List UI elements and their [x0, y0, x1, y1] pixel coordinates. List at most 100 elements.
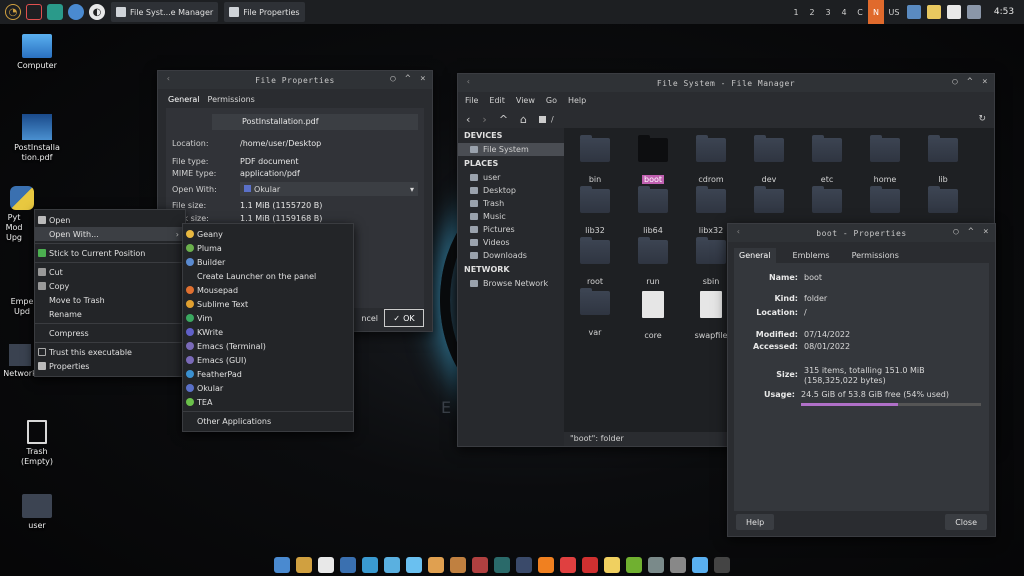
- dock-text-editor-icon[interactable]: [582, 557, 598, 573]
- dock-linux-icon[interactable]: [604, 557, 620, 573]
- maximize-icon[interactable]: ^: [967, 77, 973, 87]
- file-item-dev[interactable]: dev: [744, 135, 794, 184]
- menu-edit[interactable]: Edit: [489, 96, 505, 105]
- open-with-select[interactable]: Okular ▾: [240, 182, 418, 196]
- file-item-cdrom[interactable]: cdrom: [686, 135, 736, 184]
- open-with-item-builder[interactable]: Builder: [183, 255, 353, 269]
- menu-item-copy[interactable]: Copy: [35, 279, 185, 293]
- dock-terminal-icon[interactable]: [494, 557, 510, 573]
- menu-item-move-to-trash[interactable]: Move to Trash: [35, 293, 185, 307]
- file-item-root[interactable]: root: [570, 237, 620, 286]
- tab-general[interactable]: General: [734, 248, 776, 263]
- path-bar[interactable]: /: [539, 115, 554, 124]
- maximize-icon[interactable]: ^: [405, 74, 411, 84]
- menu-help[interactable]: Help: [568, 96, 586, 105]
- menu-item-trust[interactable]: Trust this executable: [35, 345, 185, 359]
- sidebar-item-downloads[interactable]: Downloads: [458, 249, 564, 262]
- open-with-item-emacs-gui[interactable]: Emacs (GUI): [183, 353, 353, 367]
- close-icon[interactable]: ×: [983, 227, 989, 237]
- clipboard-icon[interactable]: [947, 5, 961, 19]
- workspace-1[interactable]: 1: [788, 0, 804, 24]
- sidebar-item-file-system[interactable]: File System: [458, 143, 564, 156]
- sidebar-item-pictures[interactable]: Pictures: [458, 223, 564, 236]
- desktop-icon-pdf[interactable]: PostInstallation.pdf: [2, 114, 72, 163]
- open-with-item-kwrite[interactable]: KWrite: [183, 325, 353, 339]
- notes-icon[interactable]: [927, 5, 941, 19]
- clock[interactable]: 4:53: [984, 7, 1024, 17]
- workspace-3[interactable]: 3: [820, 0, 836, 24]
- dock-archive-icon[interactable]: [428, 557, 444, 573]
- dock-camera-icon[interactable]: [714, 557, 730, 573]
- close-button[interactable]: Close: [945, 514, 987, 530]
- open-with-item-other-applications[interactable]: Other Applications: [183, 414, 353, 428]
- window-menu-icon[interactable]: ‹: [166, 74, 171, 83]
- menu-file[interactable]: File: [465, 96, 478, 105]
- close-icon[interactable]: ×: [420, 74, 426, 84]
- maximize-icon[interactable]: ^: [968, 227, 974, 237]
- tab-general[interactable]: General: [168, 95, 200, 104]
- menu-item-cut[interactable]: Cut: [35, 265, 185, 279]
- home-icon[interactable]: ⌂: [520, 113, 527, 126]
- settings-logo-icon[interactable]: ◐: [89, 4, 105, 20]
- close-icon[interactable]: ×: [982, 77, 988, 87]
- sidebar-item-browse-network[interactable]: Browse Network: [458, 277, 564, 290]
- file-item-core[interactable]: core: [628, 291, 678, 340]
- back-icon[interactable]: ‹: [466, 113, 470, 126]
- open-with-item-featherpad[interactable]: FeatherPad: [183, 367, 353, 381]
- tab-permissions[interactable]: Permissions: [208, 95, 255, 104]
- file-item-var[interactable]: var: [570, 288, 620, 337]
- task-file-properties[interactable]: File Properties: [224, 2, 305, 22]
- task-file-manager[interactable]: File Syst...e Manager: [111, 2, 219, 22]
- file-item-etc[interactable]: etc: [802, 135, 852, 184]
- dock-trash-icon[interactable]: [670, 557, 686, 573]
- dock-audio-icon[interactable]: [516, 557, 532, 573]
- dock-gimp-icon[interactable]: [450, 557, 466, 573]
- sidebar-item-trash[interactable]: Trash: [458, 197, 564, 210]
- dock-show-desktop-icon[interactable]: [274, 557, 290, 573]
- terminal-icon[interactable]: [26, 4, 42, 20]
- workspace-2[interactable]: 2: [804, 0, 820, 24]
- forward-icon[interactable]: ›: [482, 113, 486, 126]
- menu-logo-icon[interactable]: ◔: [5, 4, 21, 20]
- window-menu-icon[interactable]: ‹: [466, 77, 471, 86]
- filename-field[interactable]: PostInstallation.pdf: [212, 114, 418, 130]
- keyboard-layout[interactable]: US: [884, 0, 904, 24]
- tab-emblems[interactable]: Emblems: [788, 248, 835, 263]
- browser-icon[interactable]: [68, 4, 84, 20]
- menu-item-compress[interactable]: Compress: [35, 326, 185, 340]
- desktop-icon-computer[interactable]: Computer: [2, 34, 72, 71]
- menu-item-open-with[interactable]: Open With... ›: [35, 227, 185, 241]
- open-with-item-tea[interactable]: TEA: [183, 395, 353, 409]
- sticky-icon[interactable]: ○: [952, 77, 958, 87]
- desktop-icon-network[interactable]: Network: [2, 344, 38, 379]
- dock-folder-icon[interactable]: [384, 557, 400, 573]
- file-item-bin[interactable]: bin: [570, 135, 620, 184]
- file-properties-titlebar[interactable]: ‹ File Properties ○ ^ ×: [158, 71, 432, 89]
- dock-menu-logo-icon[interactable]: [296, 557, 312, 573]
- file-item-boot[interactable]: boot: [628, 135, 678, 184]
- open-with-item-okular[interactable]: Okular: [183, 381, 353, 395]
- sidebar-item-user[interactable]: user: [458, 171, 564, 184]
- open-with-item-vim[interactable]: Vim: [183, 311, 353, 325]
- file-item-lib[interactable]: lib: [918, 135, 968, 184]
- help-button[interactable]: Help: [736, 514, 775, 530]
- workspace-4[interactable]: 4: [836, 0, 852, 24]
- file-manager-titlebar[interactable]: ‹ File System - File Manager ○ ^ ×: [458, 74, 994, 92]
- desktop-icon-trash[interactable]: Trash (Empty): [2, 420, 72, 467]
- menu-go[interactable]: Go: [546, 96, 557, 105]
- file-item-run[interactable]: run: [628, 237, 678, 286]
- menu-item-open[interactable]: Open: [35, 213, 185, 227]
- sidebar-item-desktop[interactable]: Desktop: [458, 184, 564, 197]
- open-with-item-pluma[interactable]: Pluma: [183, 241, 353, 255]
- dock-monitor-icon[interactable]: [362, 557, 378, 573]
- menu-item-stick[interactable]: Stick to Current Position: [35, 246, 185, 260]
- workspace-n[interactable]: N: [868, 0, 884, 24]
- file-item-home[interactable]: home: [860, 135, 910, 184]
- dock-screen-icon[interactable]: [692, 557, 708, 573]
- menu-item-rename[interactable]: Rename: [35, 307, 185, 321]
- dock-settings-logo-icon[interactable]: [318, 557, 334, 573]
- dock-gear-icon[interactable]: [648, 557, 664, 573]
- tab-permissions[interactable]: Permissions: [847, 248, 904, 263]
- menu-view[interactable]: View: [516, 96, 535, 105]
- cancel-button[interactable]: ncel: [361, 314, 378, 323]
